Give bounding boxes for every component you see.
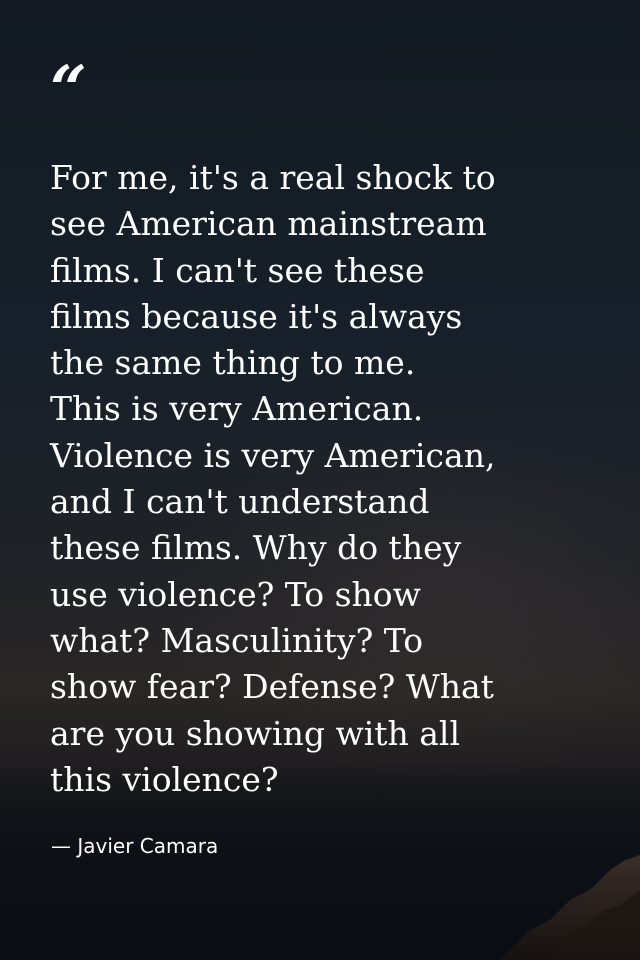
quote-line: Violence is very American,: [50, 435, 496, 475]
quote-line: use violence? To show: [50, 574, 421, 614]
rock-silhouette: [500, 855, 640, 960]
quote-author: — Javier Camara: [51, 834, 219, 858]
quote-line: see American mainstream: [50, 204, 487, 244]
quote-line: this violence?: [50, 759, 279, 799]
quote-line: show fear? Defense? What: [50, 667, 494, 707]
quote-mark: “: [50, 52, 87, 127]
quote-line: films because it's always: [50, 296, 463, 336]
quote-line: are you showing with all: [50, 713, 461, 753]
quote-line: what? Masculinity? To: [50, 620, 424, 660]
quote-line: For me, it's a real shock to: [50, 158, 496, 197]
quote-line: and I can't understand: [50, 482, 430, 522]
quote-line: these films. Why do they: [50, 528, 462, 568]
quote-line: films. I can't see these: [50, 250, 425, 290]
quote-line: the same thing to me.: [50, 343, 416, 383]
quote-line: This is very American.: [50, 389, 424, 429]
quote-text: For me, it's a real shock to see America…: [50, 155, 610, 803]
